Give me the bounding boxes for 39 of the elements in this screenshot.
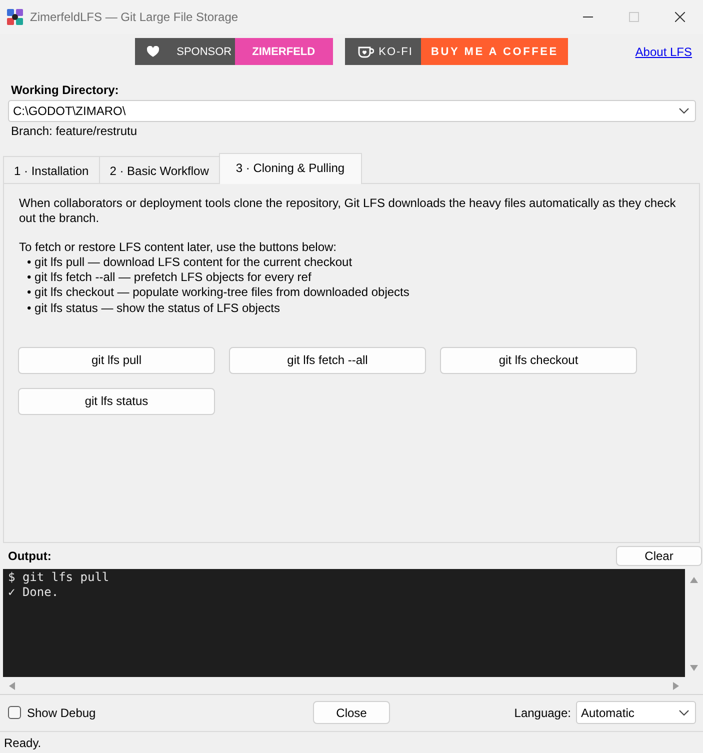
close-icon <box>675 12 685 22</box>
about-lfs-link[interactable]: About LFS <box>635 44 692 58</box>
right-triangle-icon[interactable] <box>673 682 679 690</box>
command-button[interactable]: git lfs fetch --all <box>229 346 426 374</box>
working-directory-combo[interactable]: C:\GODOT\ZIMARO\ <box>8 100 696 122</box>
sponsor-badge[interactable]: SPONSOR ZIMERFELD <box>134 38 333 65</box>
heart-icon <box>146 46 159 57</box>
output-label: Output: <box>8 549 52 563</box>
command-button[interactable]: git lfs checkout <box>440 346 637 374</box>
command-button[interactable]: git lfs status <box>18 388 215 415</box>
down-triangle-icon[interactable] <box>690 665 698 671</box>
up-triangle-icon[interactable] <box>690 577 698 583</box>
chevron-down-icon <box>679 710 689 716</box>
language-combo[interactable]: Automatic <box>576 701 696 724</box>
maximize-icon <box>629 12 639 22</box>
chevron-down-icon <box>679 108 689 114</box>
cup-icon <box>358 46 374 58</box>
console-line: ✓ Done. <box>8 585 59 600</box>
bullet-text: • git lfs status — show the status of LFS objects <box>26 300 280 316</box>
branch-label: Branch: feature/restrutu <box>11 124 138 139</box>
tab[interactable]: 3 · Cloning & Pulling <box>218 153 362 184</box>
working-directory-label: Working Directory: <box>11 83 119 98</box>
command-button[interactable]: git lfs pull <box>18 346 215 374</box>
close-button[interactable]: Close <box>313 701 390 724</box>
clear-button[interactable]: Clear <box>616 546 702 566</box>
description-text: To fetch or restore LFS content later, use the buttons below: <box>19 240 337 255</box>
console-line: $ git lfs pull <box>8 570 110 585</box>
bullet-text: • git lfs pull — download LFS content for the current checkout <box>26 255 352 270</box>
kofi-badge[interactable]: KO-FI BUY ME A COFFEE <box>344 38 568 65</box>
tab[interactable]: 1 · Installation <box>3 156 100 183</box>
show-debug-checkbox[interactable] <box>8 706 21 719</box>
description-text: When collaborators or deployment tools clone the repository, Git LFS downloads the heavy files automatically as they check out the branch. <box>19 196 677 226</box>
language-label: Language: <box>514 706 571 720</box>
window-title: ZimerfeldLFS — Git Large File Storage <box>30 10 238 24</box>
left-triangle-icon[interactable] <box>9 682 15 690</box>
bullet-text: • git lfs fetch --all — prefetch LFS objects for every ref <box>26 270 312 286</box>
bullet-text: • git lfs checkout — populate working-tree files from downloaded objects <box>26 285 410 301</box>
show-debug-label[interactable]: Show Debug <box>27 706 96 720</box>
tile-grid-icon <box>7 9 23 25</box>
